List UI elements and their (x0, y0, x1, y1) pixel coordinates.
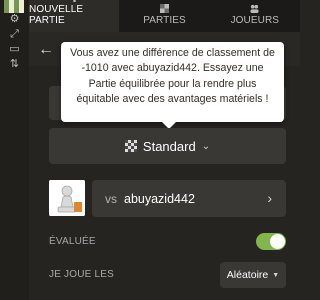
plus-square-icon (73, 0, 76, 2)
chevron-down-icon: ⌄ (201, 140, 211, 152)
expand-icon[interactable]: ⤢ (8, 29, 21, 40)
vs-prefix: vs (105, 191, 117, 206)
app-root: ⚙ ⤢ ▭ ⇅ NOUVELLE PARTIE PARTIES JOUEURS … (0, 0, 300, 300)
tab-players-label: JOUEURS (230, 15, 280, 26)
pawn-avatar-icon (49, 180, 85, 216)
opponent-button[interactable]: vs abuyazid442 › (92, 180, 286, 217)
settings-gear-icon[interactable]: ⚙ (8, 14, 21, 25)
chevron-right-icon: › (267, 190, 272, 206)
flip-board-icon[interactable]: ▭ (8, 44, 21, 55)
play-as-select[interactable]: Aléatoire ▼ (220, 262, 286, 288)
tab-new-game-label: NOUVELLE PARTIE (29, 4, 84, 26)
play-as-value: Aléatoire (226, 269, 269, 281)
game-variant-button[interactable]: Standard ⌄ (49, 128, 286, 164)
play-as-label: JE JOUE LES (49, 269, 114, 280)
tab-players[interactable]: JOUEURS (210, 0, 300, 32)
left-icon-rail: ⚙ ⤢ ▭ ⇅ (0, 0, 29, 300)
chessboard-thumbnail-icon[interactable] (4, 0, 24, 13)
rating-difference-tooltip: Vous avez une différence de classement d… (61, 42, 284, 122)
tab-games-label: PARTIES (143, 15, 186, 26)
tab-new-game[interactable]: NOUVELLE PARTIE (29, 0, 120, 32)
opponent-name: abuyazid442 (124, 191, 195, 206)
toggle-knob (270, 234, 285, 249)
rated-toggle[interactable] (256, 233, 286, 250)
players-icon (250, 4, 259, 13)
back-arrow-icon[interactable]: ← (38, 42, 54, 58)
top-nav: NOUVELLE PARTIE PARTIES JOUEURS (29, 0, 300, 32)
board-grid-icon (159, 4, 169, 13)
checkered-board-icon (124, 140, 137, 152)
tooltip-text: Vous avez une différence de classement d… (70, 47, 275, 106)
rated-label: ÉVALUÉE (49, 236, 96, 247)
game-variant-label: Standard (142, 138, 196, 154)
opponent-avatar (49, 180, 85, 216)
share-icon[interactable]: ⇅ (8, 59, 21, 70)
caret-down-icon: ▼ (272, 271, 280, 279)
tab-games[interactable]: PARTIES (119, 0, 209, 32)
